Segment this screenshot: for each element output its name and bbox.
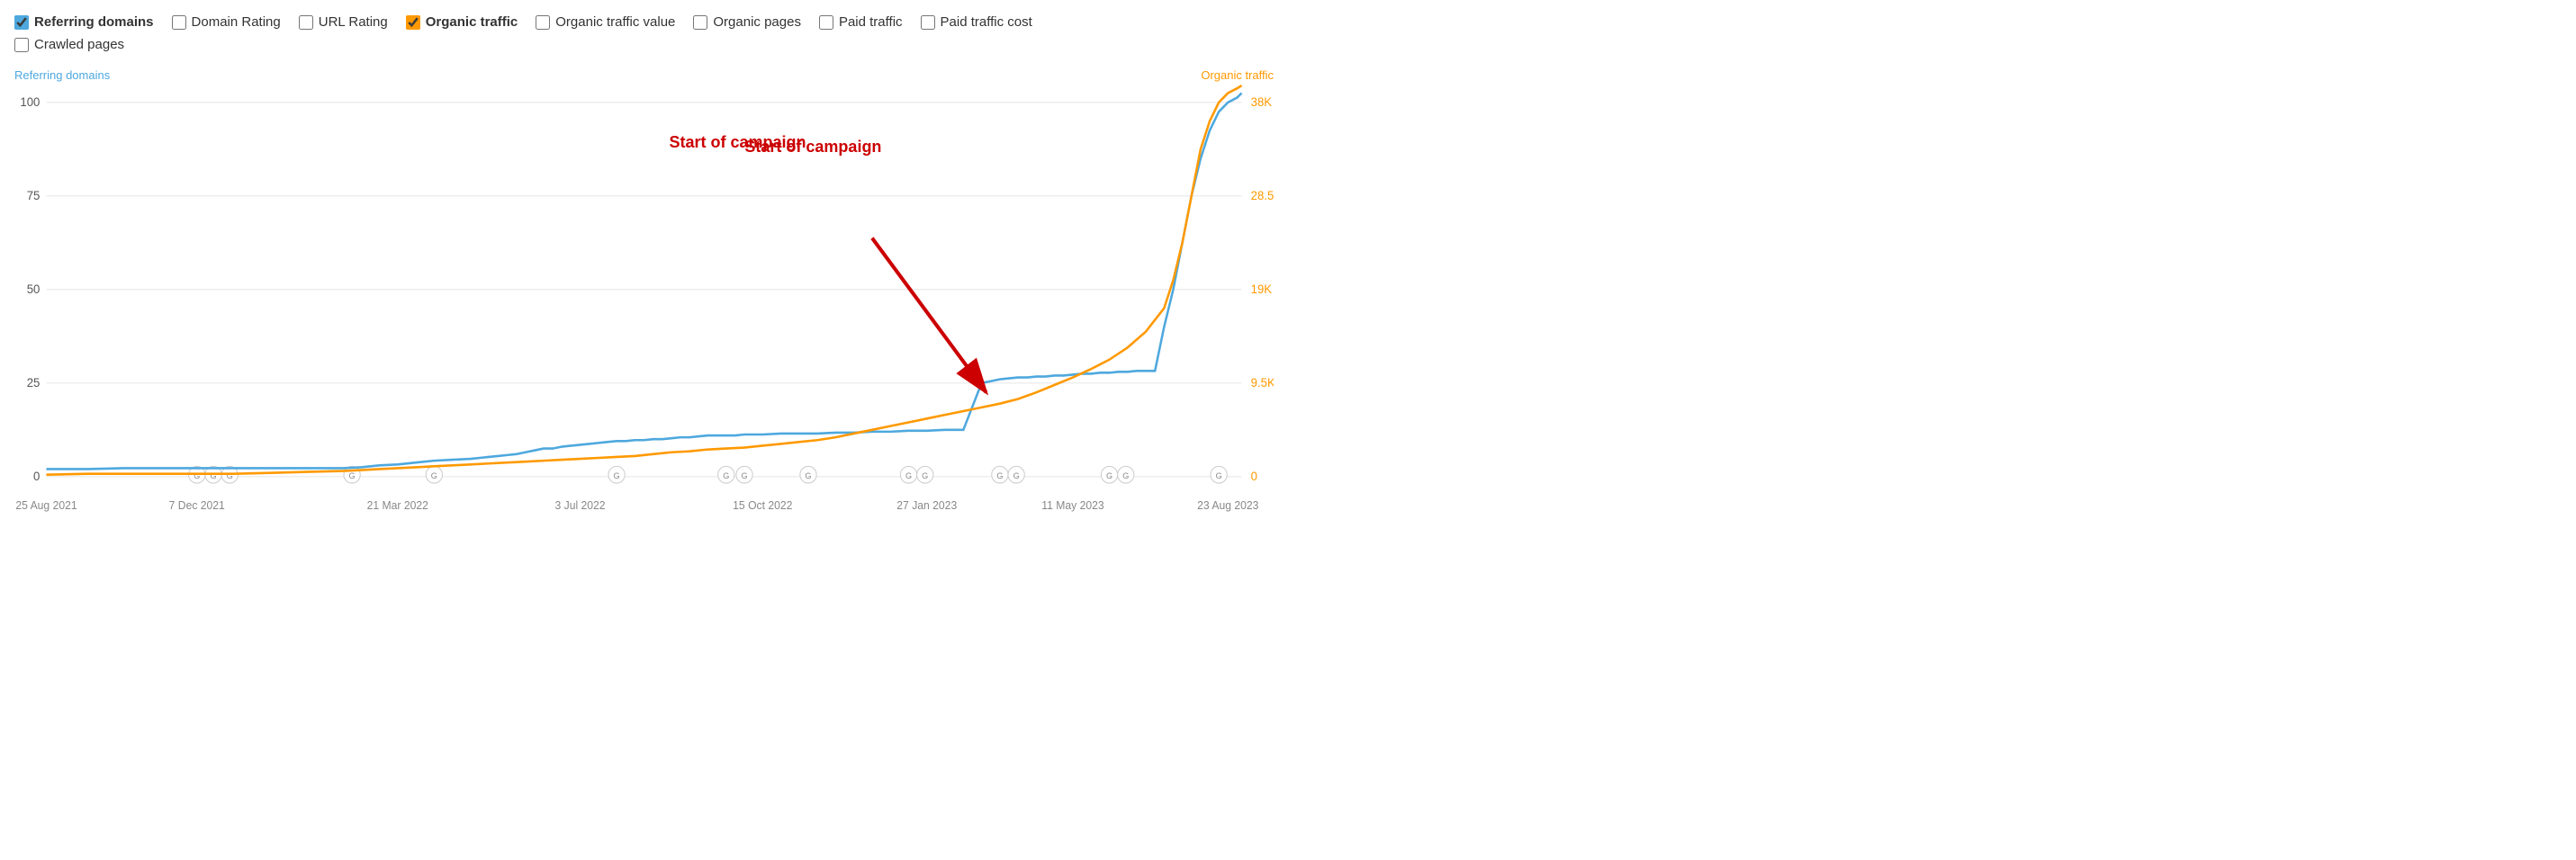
svg-text:50: 50 bbox=[27, 282, 41, 296]
svg-text:3 Jul 2022: 3 Jul 2022 bbox=[554, 499, 605, 512]
checkbox-referring-domains[interactable]: Referring domains bbox=[14, 14, 154, 30]
checkbox-organic-pages[interactable]: Organic pages bbox=[693, 14, 801, 30]
svg-text:G: G bbox=[905, 471, 912, 480]
svg-text:75: 75 bbox=[27, 189, 41, 202]
svg-text:23 Aug 2023: 23 Aug 2023 bbox=[1197, 499, 1258, 512]
svg-text:G: G bbox=[227, 471, 233, 480]
svg-text:G: G bbox=[349, 471, 356, 480]
chart-container: Start of campaign 100 75 50 25 0 38K 28.… bbox=[14, 84, 1274, 551]
svg-text:G: G bbox=[194, 471, 200, 480]
filter-checkboxes-row1: Referring domains Domain Rating URL Rati… bbox=[14, 14, 1274, 30]
checkbox-organic-traffic-value[interactable]: Organic traffic value bbox=[536, 14, 675, 30]
checkbox-crawled-pages[interactable]: Crawled pages bbox=[14, 37, 124, 52]
svg-text:0: 0 bbox=[1251, 470, 1257, 483]
campaign-text-label: Start of campaign bbox=[669, 133, 806, 152]
checkbox-url-rating[interactable]: URL Rating bbox=[299, 14, 388, 30]
chart-area: Referring domains Organic traffic Start … bbox=[14, 68, 1274, 590]
svg-text:25 Aug 2021: 25 Aug 2021 bbox=[15, 499, 77, 512]
svg-text:G: G bbox=[805, 471, 811, 480]
orange-line bbox=[46, 85, 1241, 475]
axis-left-label: Referring domains bbox=[14, 68, 110, 82]
svg-text:G: G bbox=[431, 471, 437, 480]
filter-checkboxes-row2: Crawled pages bbox=[14, 37, 1274, 52]
svg-text:15 Oct 2022: 15 Oct 2022 bbox=[733, 499, 792, 512]
axis-labels-row: Referring domains Organic traffic bbox=[14, 68, 1274, 82]
svg-text:G: G bbox=[210, 471, 216, 480]
svg-text:G: G bbox=[922, 471, 928, 480]
svg-text:G: G bbox=[723, 471, 729, 480]
blue-line bbox=[46, 93, 1241, 469]
svg-text:27 Jan 2023: 27 Jan 2023 bbox=[896, 499, 957, 512]
svg-text:28.5K: 28.5K bbox=[1251, 189, 1274, 202]
svg-text:21 Mar 2022: 21 Mar 2022 bbox=[367, 499, 428, 512]
svg-text:7 Dec 2021: 7 Dec 2021 bbox=[169, 499, 225, 512]
svg-text:11 May 2023: 11 May 2023 bbox=[1041, 499, 1104, 512]
checkbox-domain-rating[interactable]: Domain Rating bbox=[172, 14, 281, 30]
checkbox-paid-traffic[interactable]: Paid traffic bbox=[819, 14, 903, 30]
svg-text:G: G bbox=[614, 471, 620, 480]
axis-right-label: Organic traffic bbox=[1201, 68, 1274, 82]
svg-text:G: G bbox=[1216, 471, 1222, 480]
svg-text:G: G bbox=[996, 471, 1003, 480]
checkbox-organic-traffic[interactable]: Organic traffic bbox=[406, 14, 518, 30]
chart-svg: 100 75 50 25 0 38K 28.5K 19K 9.5K 0 G G … bbox=[14, 84, 1274, 551]
svg-text:G: G bbox=[1122, 471, 1129, 480]
svg-text:25: 25 bbox=[27, 376, 41, 390]
svg-text:9.5K: 9.5K bbox=[1251, 376, 1274, 390]
svg-text:G: G bbox=[741, 471, 747, 480]
svg-text:38K: 38K bbox=[1251, 95, 1273, 109]
svg-text:19K: 19K bbox=[1251, 282, 1273, 296]
svg-text:G: G bbox=[1013, 471, 1020, 480]
checkbox-paid-traffic-cost[interactable]: Paid traffic cost bbox=[921, 14, 1032, 30]
campaign-arrow bbox=[872, 238, 986, 393]
svg-text:100: 100 bbox=[20, 95, 40, 109]
svg-text:0: 0 bbox=[33, 470, 40, 483]
svg-text:G: G bbox=[1106, 471, 1112, 480]
